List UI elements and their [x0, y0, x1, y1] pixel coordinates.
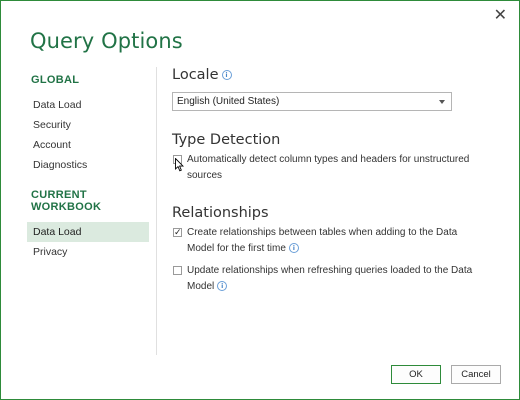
mouse-pointer-icon [175, 158, 184, 172]
query-options-dialog: ✕ Query Options GLOBAL Data Load Securit… [0, 0, 520, 400]
info-icon[interactable]: i [288, 243, 299, 254]
sidebar-item-diagnostics[interactable]: Diagnostics [27, 155, 149, 175]
sidebar-item-account[interactable]: Account [27, 135, 149, 155]
type-detection-heading: Type Detection [172, 132, 281, 148]
cancel-button[interactable]: Cancel [451, 365, 501, 384]
update-relationships-label: Update relationships when refreshing que… [187, 265, 473, 292]
locale-dropdown[interactable]: English (United States) [172, 92, 452, 111]
close-icon[interactable]: ✕ [494, 7, 507, 25]
update-relationships-option: Update relationships when refreshing que… [172, 263, 487, 295]
sidebar-header-current-workbook: CURRENT WORKBOOK [31, 189, 102, 213]
sidebar-item-workbook-data-load[interactable]: Data Load [27, 222, 149, 242]
main-panel: Locale i English (United States) Type Det… [172, 67, 492, 295]
sidebar-item-security[interactable]: Security [27, 115, 149, 135]
dialog-title: Query Options [30, 29, 183, 53]
info-icon[interactable]: i [217, 281, 228, 292]
locale-heading-text: Locale [172, 67, 219, 83]
relationships-heading: Relationships [172, 205, 269, 221]
sidebar-divider [156, 67, 157, 355]
update-relationships-checkbox[interactable] [173, 266, 182, 275]
chevron-down-icon [439, 100, 445, 104]
info-icon[interactable]: i [221, 70, 232, 80]
create-relationships-checkbox[interactable] [173, 225, 182, 241]
create-relationships-label: Create relationships between tables when… [187, 227, 458, 254]
sidebar: GLOBAL Data Load Security Account Diagno… [27, 71, 149, 262]
sidebar-header-global: GLOBAL [31, 74, 80, 86]
locale-heading: Locale i [172, 67, 492, 83]
locale-dropdown-value: English (United States) [177, 96, 280, 107]
dialog-buttons: OK Cancel [381, 364, 501, 384]
sidebar-item-privacy[interactable]: Privacy [27, 242, 149, 262]
create-relationships-option: Create relationships between tables when… [172, 225, 487, 257]
sidebar-item-global-data-load[interactable]: Data Load [27, 95, 149, 115]
sidebar-global-list: Data Load Security Account Diagnostics [27, 95, 149, 175]
sidebar-workbook-list: Data Load Privacy [27, 222, 149, 262]
type-detection-option: Automatically detect column types and he… [172, 152, 487, 184]
ok-button[interactable]: OK [391, 365, 441, 384]
auto-detect-types-label: Automatically detect column types and he… [187, 154, 470, 181]
